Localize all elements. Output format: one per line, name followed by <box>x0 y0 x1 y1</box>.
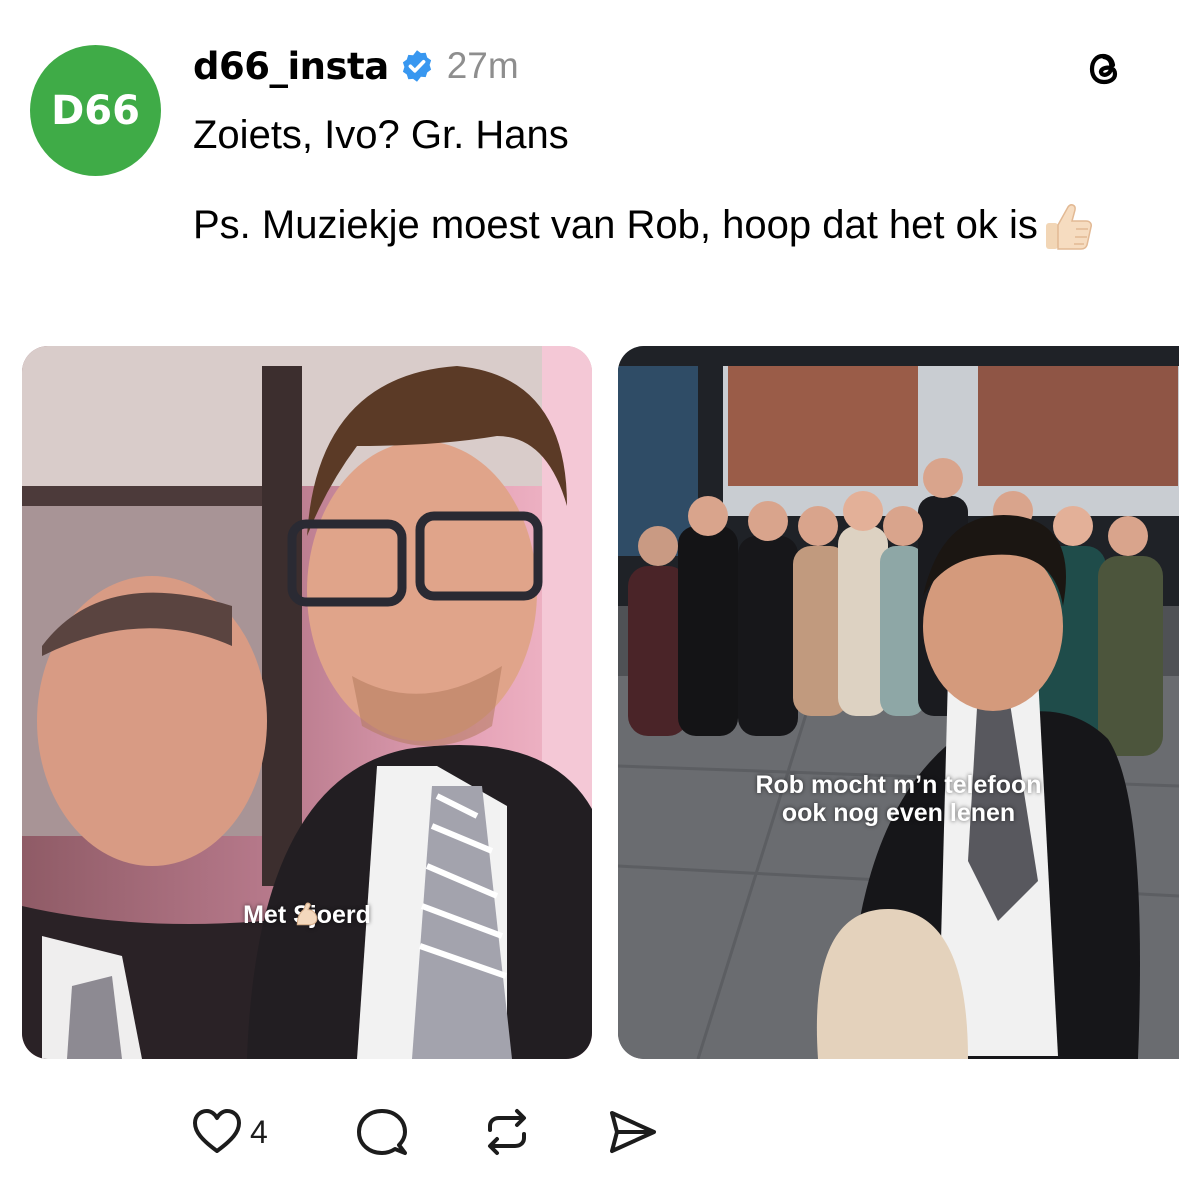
send-icon <box>610 1111 656 1153</box>
media-image-2[interactable]: Rob mocht m’n telefoon ook nog even lene… <box>618 346 1179 1059</box>
post-caption: Zoiets, Ivo? Gr. Hans Ps. Muziekje moest… <box>193 105 1143 255</box>
repost-icon <box>488 1109 526 1155</box>
comment-icon <box>357 1109 407 1155</box>
group-photo-2 <box>618 346 1179 1059</box>
threads-logo-icon[interactable] <box>1080 44 1130 94</box>
caption-line-2: Ps. Muziekje moest van Rob, hoop dat het… <box>193 195 1143 255</box>
reply-button[interactable] <box>355 1105 409 1159</box>
post-header: d66_insta 27m <box>193 38 519 94</box>
share-button[interactable] <box>605 1105 659 1159</box>
media-1-caption: Met Sjoerd <box>22 901 592 929</box>
repost-button[interactable] <box>480 1105 534 1159</box>
caption-line-1: Zoiets, Ivo? Gr. Hans <box>193 113 569 157</box>
post-time: 27m <box>446 45 519 86</box>
verified-badge-icon <box>402 50 431 82</box>
avatar[interactable]: D66 <box>30 45 161 176</box>
caption-line-2-text: Ps. Muziekje moest van Rob, hoop dat het… <box>193 203 1038 247</box>
media-2-caption-line-2: ook nog even lenen <box>781 799 1016 827</box>
media-2-caption-line-1: Rob mocht m’n telefoon <box>755 771 1042 799</box>
selfie-photo-1 <box>22 346 592 1059</box>
thumbs-up-emoji <box>1045 204 1092 251</box>
like-button[interactable]: 4 <box>190 1105 268 1159</box>
media-2-caption: Rob mocht m’n telefoon ook nog even lene… <box>618 771 1179 827</box>
like-count: 4 <box>250 1113 268 1150</box>
heart-icon <box>193 1109 241 1153</box>
username[interactable]: d66_insta <box>193 45 389 88</box>
media-image-1[interactable]: Met Sjoerd <box>22 346 592 1059</box>
flexed-biceps-emoji <box>296 902 318 926</box>
avatar-text: D66 <box>51 87 140 134</box>
